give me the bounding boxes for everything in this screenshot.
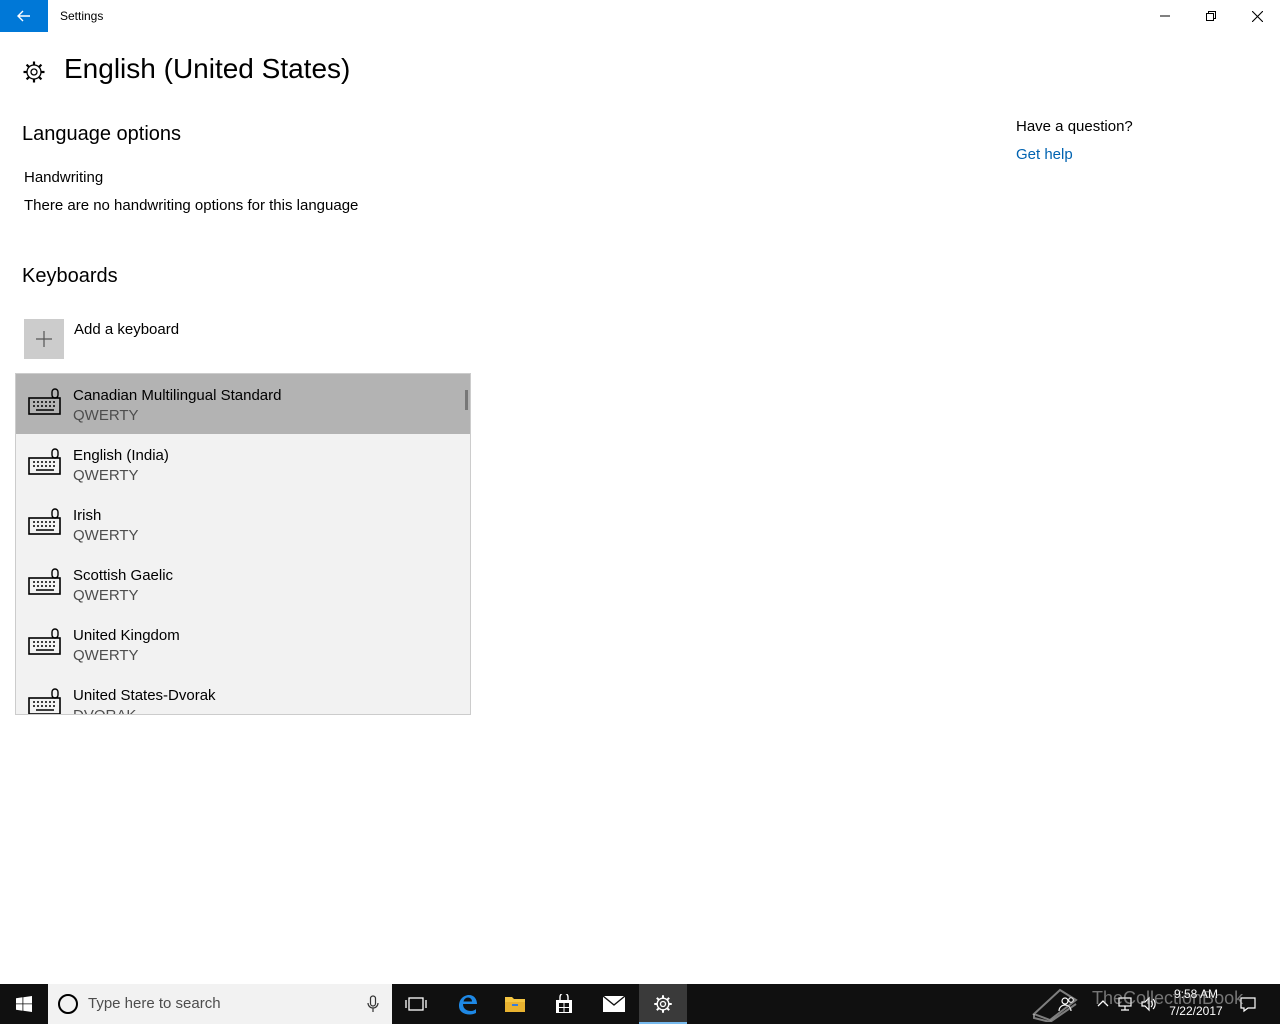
keyboard-item[interactable]: United Kingdom QWERTY bbox=[16, 614, 470, 674]
task-view-icon bbox=[405, 997, 427, 1011]
store-button[interactable] bbox=[540, 984, 588, 1024]
language-options-heading: Language options bbox=[22, 123, 182, 145]
action-center-icon[interactable] bbox=[1239, 995, 1257, 1013]
network-icon[interactable] bbox=[1117, 995, 1135, 1013]
keyboard-name: United Kingdom bbox=[73, 627, 180, 644]
cortana-icon bbox=[58, 994, 78, 1014]
keyboard-layout: QWERTY bbox=[73, 467, 139, 484]
file-explorer-button[interactable] bbox=[491, 984, 539, 1024]
clock[interactable]: 9:58 AM 7/22/2017 bbox=[1160, 986, 1232, 1020]
edge-button[interactable] bbox=[443, 984, 491, 1024]
edge-icon bbox=[459, 995, 477, 1015]
title-bar: Settings bbox=[0, 0, 1280, 32]
keyboard-icon bbox=[28, 688, 61, 714]
close-button[interactable] bbox=[1234, 0, 1280, 32]
keyboard-layout: QWERTY bbox=[73, 407, 139, 424]
page-title: English (United States) bbox=[64, 53, 351, 84]
store-icon bbox=[556, 994, 572, 1013]
close-icon bbox=[1251, 10, 1263, 22]
minimize-button[interactable] bbox=[1142, 0, 1188, 32]
keyboard-icon bbox=[28, 388, 61, 415]
get-help-link[interactable]: Get help bbox=[1016, 146, 1073, 163]
minimize-icon bbox=[1160, 15, 1170, 17]
taskbar: Type here to search 9:58 AM 7/22/2017 bbox=[0, 984, 1280, 1024]
handwriting-label: Handwriting bbox=[24, 169, 104, 186]
keyboard-name: Canadian Multilingual Standard bbox=[73, 387, 282, 404]
mail-button[interactable] bbox=[590, 984, 638, 1024]
keyboard-icon bbox=[28, 448, 61, 475]
back-button[interactable] bbox=[0, 0, 48, 32]
settings-taskbar-button[interactable] bbox=[639, 984, 687, 1024]
keyboard-name: English (India) bbox=[73, 447, 169, 464]
gear-icon bbox=[23, 61, 45, 83]
keyboard-layout: QWERTY bbox=[73, 527, 139, 544]
back-arrow-icon bbox=[17, 10, 30, 22]
keyboard-item[interactable]: United States-Dvorak DVORAK bbox=[16, 674, 470, 714]
help-question: Have a question? bbox=[1016, 118, 1133, 135]
keyboard-name: Irish bbox=[73, 507, 102, 524]
volume-icon[interactable] bbox=[1140, 995, 1158, 1013]
start-button[interactable] bbox=[0, 984, 48, 1024]
keyboard-layout: DVORAK bbox=[73, 707, 136, 714]
restore-button[interactable] bbox=[1188, 0, 1234, 32]
clock-time: 9:58 AM bbox=[1173, 987, 1219, 1001]
keyboard-item[interactable]: English (India) QWERTY bbox=[16, 434, 470, 494]
search-placeholder: Type here to search bbox=[88, 995, 221, 1012]
keyboard-name: Scottish Gaelic bbox=[73, 567, 174, 584]
keyboard-icon bbox=[28, 628, 61, 655]
add-keyboard-tile bbox=[24, 319, 64, 359]
keyboard-list[interactable]: Canadian Multilingual Standard QWERTY En… bbox=[15, 373, 471, 715]
restore-icon bbox=[1206, 11, 1216, 21]
keyboard-name: United States-Dvorak bbox=[73, 687, 216, 704]
task-view-button[interactable] bbox=[392, 984, 440, 1024]
add-keyboard-label: Add a keyboard bbox=[74, 321, 180, 338]
keyboard-item[interactable]: Canadian Multilingual Standard QWERTY bbox=[16, 374, 470, 434]
keyboard-icon bbox=[28, 568, 61, 595]
keyboard-layout: QWERTY bbox=[73, 647, 139, 664]
mail-icon bbox=[602, 995, 626, 1012]
app-title: Settings bbox=[60, 9, 104, 23]
settings-icon bbox=[654, 995, 672, 1013]
keyboard-item[interactable]: Scottish Gaelic QWERTY bbox=[16, 554, 470, 614]
keyboard-item[interactable]: Irish QWERTY bbox=[16, 494, 470, 554]
list-scrollbar[interactable] bbox=[465, 390, 468, 410]
chevron-up-icon[interactable] bbox=[1094, 995, 1112, 1013]
plus-icon bbox=[36, 331, 52, 347]
keyboard-icon bbox=[28, 508, 61, 535]
keyboards-heading: Keyboards bbox=[22, 265, 118, 287]
clock-date: 7/22/2017 bbox=[1169, 1004, 1223, 1018]
add-keyboard-button[interactable]: Add a keyboard bbox=[24, 319, 224, 359]
search-box[interactable]: Type here to search bbox=[48, 984, 392, 1024]
keyboard-layout: QWERTY bbox=[73, 587, 139, 604]
microphone-icon[interactable] bbox=[364, 995, 382, 1013]
handwriting-description: There are no handwriting options for thi… bbox=[24, 197, 359, 214]
people-icon[interactable] bbox=[1058, 995, 1076, 1013]
file-explorer-icon bbox=[505, 997, 525, 1012]
windows-icon bbox=[16, 996, 32, 1012]
